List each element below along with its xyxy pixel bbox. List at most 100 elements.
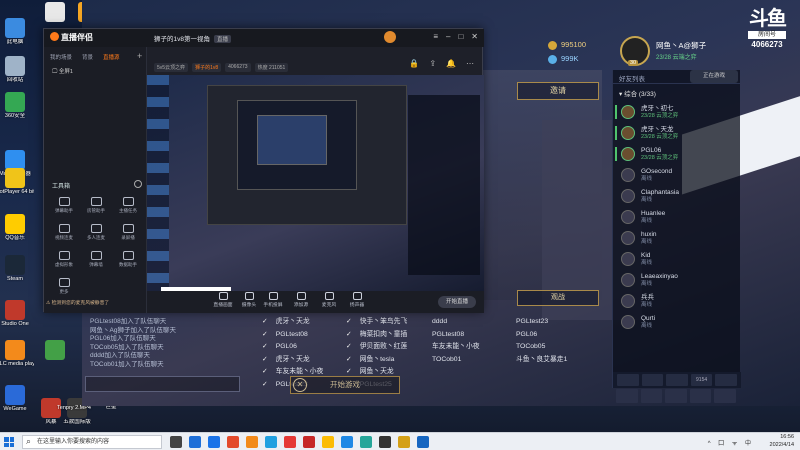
friend-item[interactable]: 虎牙丶初七 23/28 云顶之弈 [613,102,740,123]
desktop-icon[interactable]: Steam [0,255,34,282]
list-item[interactable]: ✓ 虎牙丶天龙 [262,316,323,329]
list-item[interactable]: PGLtest23 [516,316,567,329]
desktop-icon[interactable]: 360安全 [0,92,34,119]
list-item[interactable]: ✓ 快手丶笨鸟先飞 [346,316,407,329]
tool-button[interactable]: 虚拟形象 [48,251,80,268]
source-tool-button[interactable]: 扬声器 [343,292,371,308]
list-item[interactable]: ✓ PGL06 [262,341,323,354]
tool-button[interactable]: 弹幕墙 [80,251,112,268]
desktop-icon[interactable] [36,340,74,361]
friend-item[interactable]: GOsecond 离线 [613,165,740,186]
friend-item[interactable]: 虎牙丶天龙 23/28 云顶之弈 [613,123,740,144]
add-scene-icon[interactable]: + [137,51,142,61]
settings-icon[interactable] [715,374,737,386]
maximize-icon[interactable]: □ [458,32,463,41]
app-icon[interactable] [303,436,315,448]
desktop-icon[interactable]: WeGame [0,385,34,412]
app-icon[interactable] [360,436,372,448]
list-item[interactable]: ✓ 虎牙丶天龙 [262,354,323,367]
desktop-icon[interactable]: Studio One [0,300,34,327]
tool-button[interactable]: 视频连麦 [48,224,80,241]
tool-button[interactable]: 更多 [48,278,80,295]
menu-icon[interactable]: ≡ [433,32,438,41]
toolbox-settings-icon[interactable] [134,180,142,188]
start-live-button[interactable]: 开始直播 [438,296,476,308]
tool-button[interactable]: 多人连麦 [80,224,112,241]
desktop-icon[interactable]: QQ音乐 [0,214,34,241]
clock[interactable]: 16:56 2022/4/14 [770,434,794,449]
source-tool-button[interactable]: 直播画面 [209,292,237,308]
friend-item[interactable]: Kid 离线 [613,249,740,270]
source-tool-button[interactable]: 麦克风 [315,292,343,308]
tool-button[interactable]: 弹幕助手 [48,197,80,214]
app-icon[interactable] [341,436,353,448]
source-tool-button[interactable]: 手机投屏 [259,292,287,308]
list-item[interactable]: dddd [432,316,480,329]
minimize-icon[interactable]: – [446,32,450,41]
tool-button[interactable]: 主播任务 [112,197,144,214]
desktop-icon[interactable]: 回收站 [0,56,34,83]
friend-item[interactable]: Huanlee 离线 [613,207,740,228]
list-item[interactable]: ✓ 梅菜扣肉丶童插 [346,329,407,342]
app-icon[interactable] [284,436,296,448]
more-icon[interactable]: ⋯ [466,59,474,68]
app-icon[interactable] [208,436,220,448]
list-item[interactable]: PGL06 [516,329,567,342]
chrome-icon[interactable] [322,436,334,448]
friend-item[interactable]: Leaeaxinyao 离线 [613,270,740,291]
list-item[interactable]: ✓ PGLtest08 [262,329,323,342]
notes-icon[interactable] [641,374,664,386]
scene-item[interactable]: 🖵 全屏1 [52,67,73,76]
search-input[interactable]: 在这里输入你要搜索的内容 [22,435,162,449]
live-app-icon[interactable] [246,436,258,448]
start-game-button[interactable]: ✕ 开始游戏 [290,376,400,394]
app-icon[interactable] [417,436,429,448]
list-item[interactable]: ✓ 网鱼丶tesla [346,354,407,367]
app-icon[interactable] [265,436,277,448]
friend-item[interactable]: PGL06 23/28 云顶之弈 [613,144,740,165]
desktop-icon[interactable]: PotPlayer 64 bit [0,168,34,195]
friends-group-toggle[interactable]: ▾ 综合 (3/33) [613,84,740,102]
list-item[interactable]: 车友未能丶小夜 [432,341,480,354]
chat-icon[interactable] [616,389,638,403]
tool-button[interactable]: 房管助手 [80,197,112,214]
list-item[interactable]: 斗鱼丶良艾暴走1 [516,354,567,367]
chat-icon[interactable] [617,374,639,386]
player-profile[interactable]: 30 网鱼丶A@狮子 23/28 云端之弈 [620,36,730,70]
close-icon[interactable]: ✕ [293,378,307,392]
system-tray[interactable]: ^ 囗 ᯤ 中 [708,438,754,447]
friend-item[interactable]: Claphantasia 离线 [613,186,740,207]
spectate-button[interactable]: 观战 [517,290,599,306]
notes-icon[interactable] [640,389,663,403]
share-icon[interactable]: ⇪ [429,59,436,68]
avatar[interactable] [384,31,396,43]
tool-button[interactable]: 录屏播 [112,224,144,241]
tab-2[interactable]: 直播源 [103,53,120,61]
mic-icon[interactable] [666,374,688,386]
settings-icon[interactable] [714,389,736,403]
list-item[interactable]: TOCob05 [516,341,567,354]
lock-icon[interactable]: 🔒 [409,59,419,68]
bell-icon[interactable]: 🔔 [446,59,456,68]
start-button[interactable] [4,437,14,447]
app-icon[interactable] [379,436,391,448]
chat-input[interactable] [85,376,240,392]
task-view-icon[interactable] [170,436,182,448]
source-tool-button[interactable]: 添加源 [287,292,315,308]
tool-button[interactable]: 数据助手 [112,251,144,268]
stream-preview[interactable] [147,75,484,291]
friend-item[interactable]: Qurti 离线 [613,312,740,333]
tab-0[interactable]: 我的场景 [50,53,72,61]
app-icon[interactable] [227,436,239,448]
desktop-icon[interactable]: 此电脑 [0,18,34,45]
mic-icon[interactable] [665,389,687,403]
app-icon[interactable] [398,436,410,448]
friend-item[interactable]: 兵兵 离线 [613,291,740,312]
list-item[interactable]: TOCob01 [432,354,480,367]
invite-button[interactable]: 邀请 [517,82,599,100]
tab-1[interactable]: 背景 [82,53,93,61]
list-item[interactable]: ✓ 伊贝面败丶红莲 [346,341,407,354]
list-item[interactable]: PGLtest08 [432,329,480,342]
close-icon[interactable]: ✕ [471,32,478,41]
desktop-icon[interactable]: VLC media player [0,340,34,367]
